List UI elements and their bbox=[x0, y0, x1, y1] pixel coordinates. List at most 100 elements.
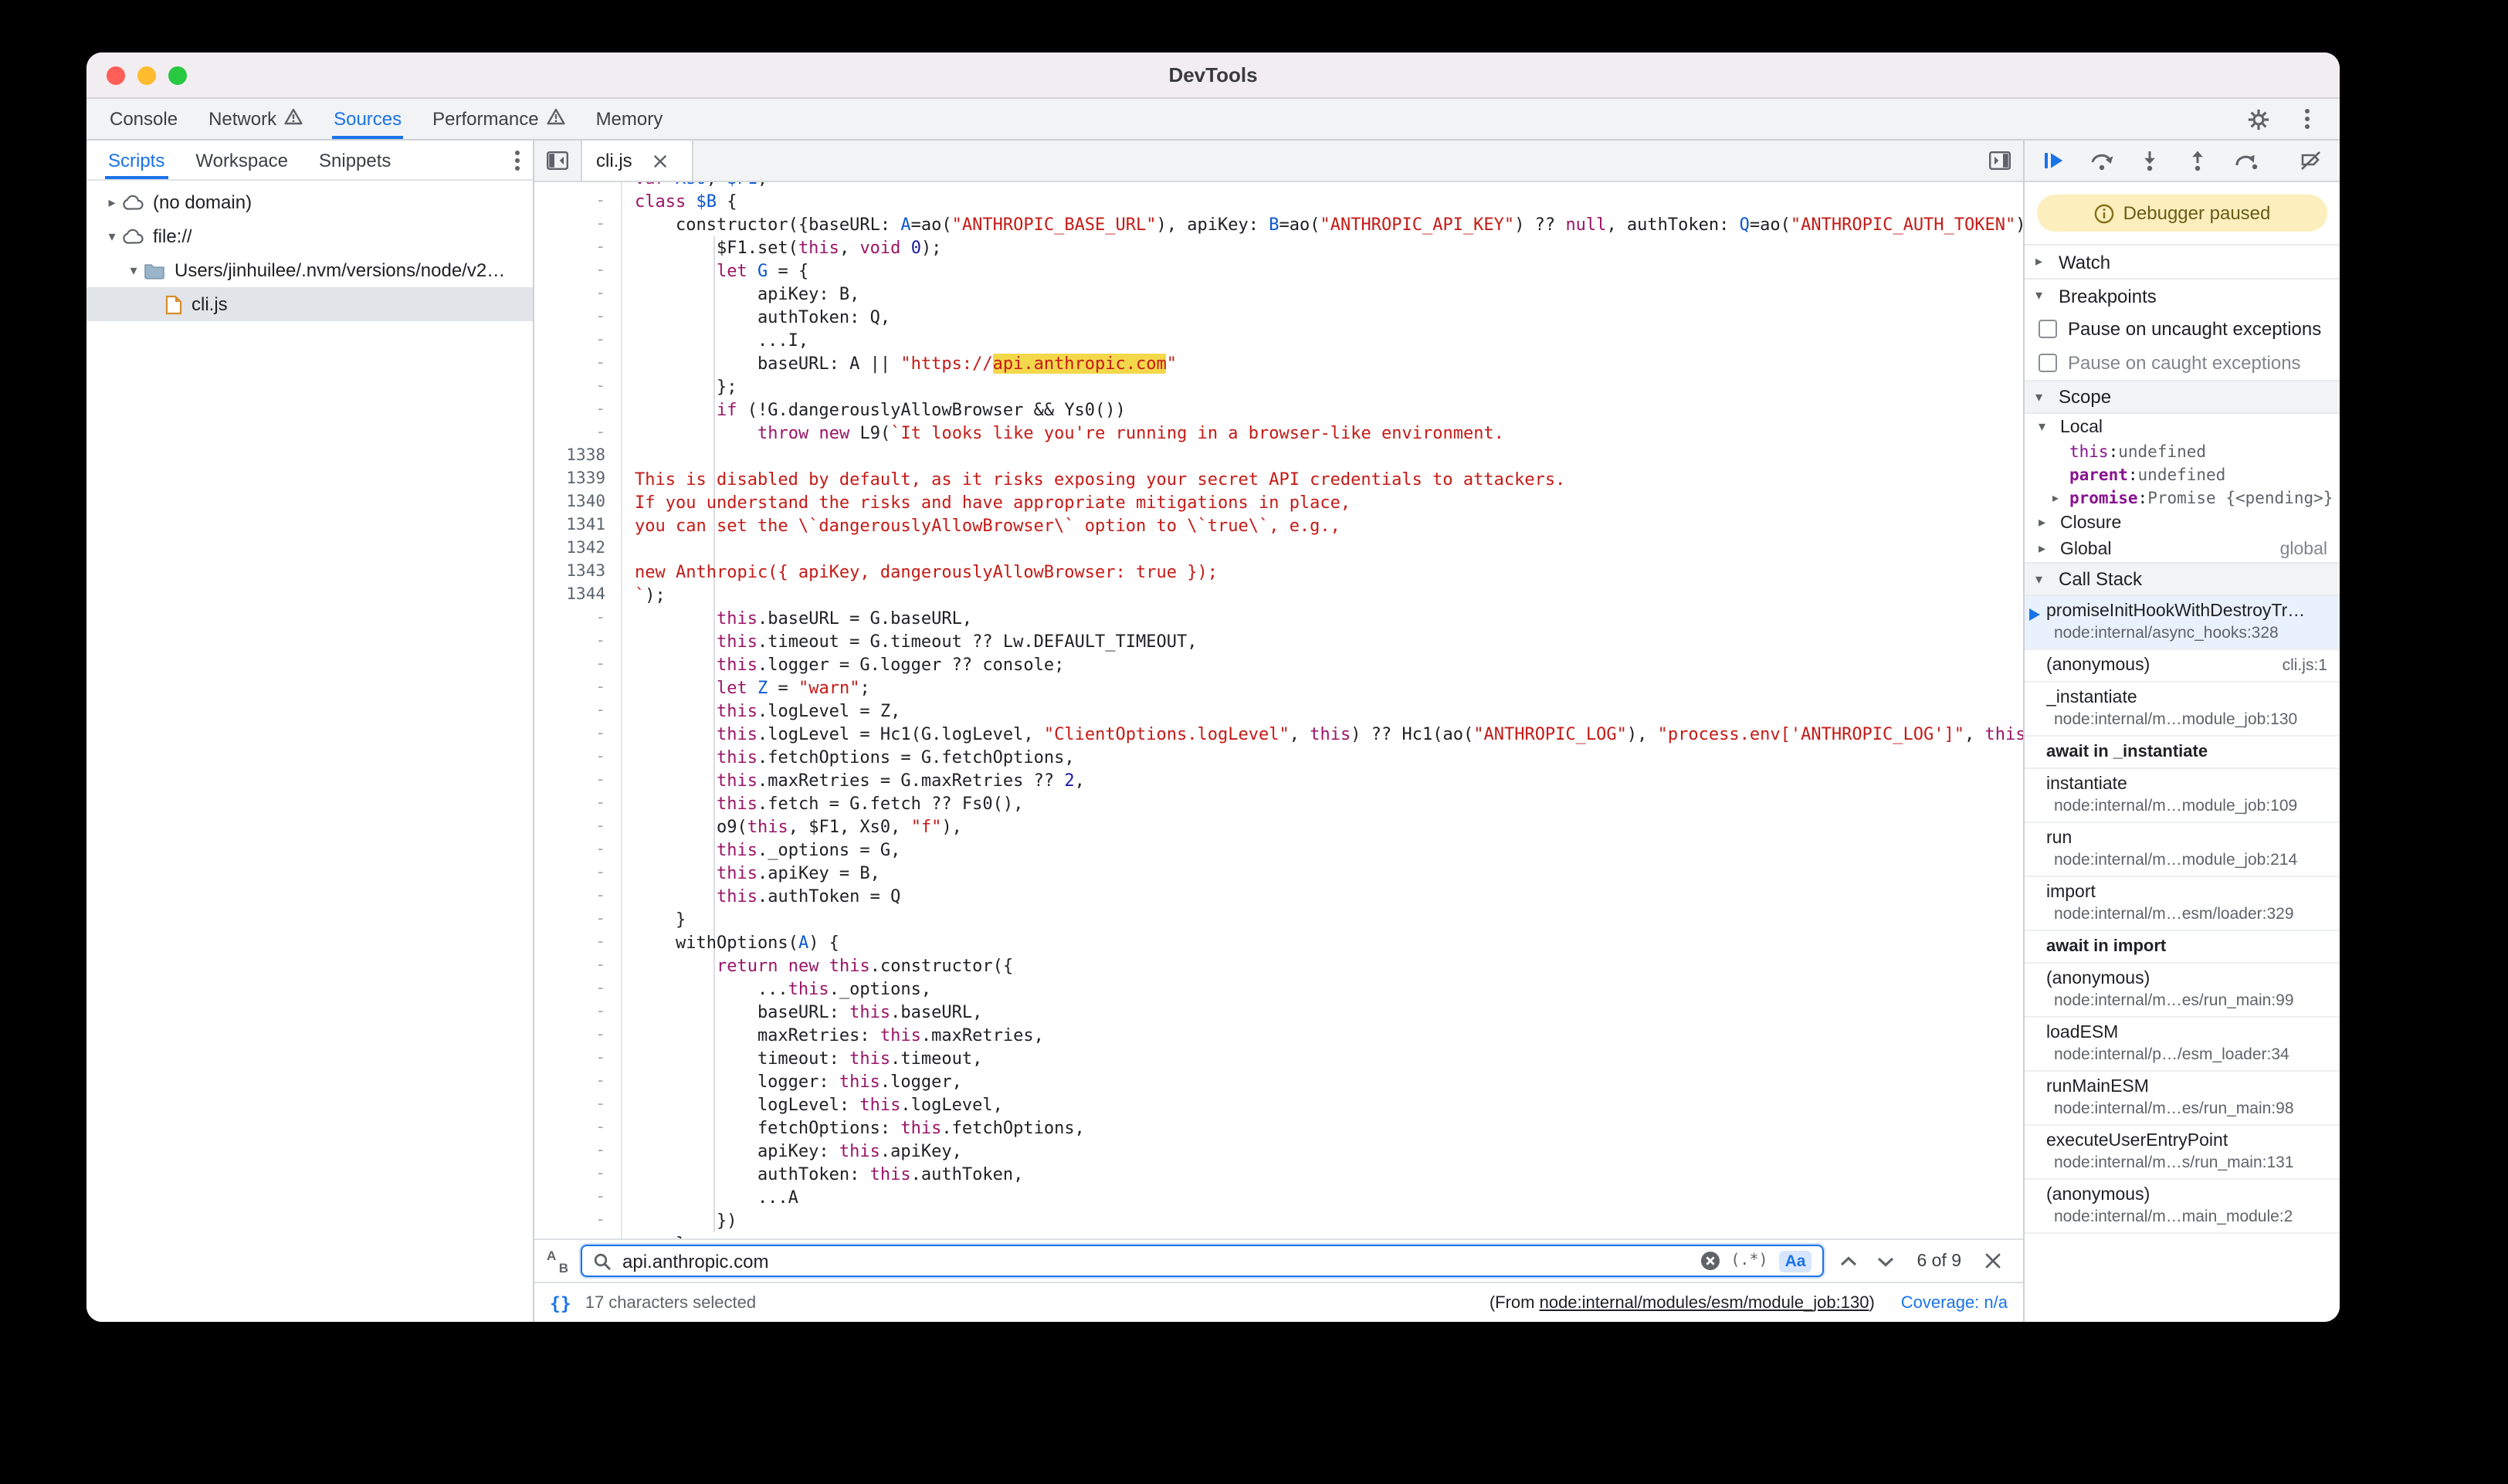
close-search-button[interactable] bbox=[1980, 1247, 2005, 1275]
main-tab-network[interactable]: Network bbox=[193, 99, 318, 139]
find-previous-button[interactable] bbox=[1836, 1247, 1861, 1275]
line-gutter[interactable]: - bbox=[534, 283, 622, 306]
tree-row[interactable]: ▸(no domain) bbox=[86, 185, 533, 219]
callstack-frame[interactable]: loadESMnode:internal/p…/esm_loader:34 bbox=[2025, 1018, 2340, 1072]
scope-group-closure[interactable]: ▸Closure bbox=[2025, 510, 2340, 536]
close-window-button[interactable] bbox=[107, 66, 125, 85]
line-gutter[interactable]: - bbox=[534, 792, 622, 815]
main-tab-performance[interactable]: Performance bbox=[417, 99, 580, 139]
line-gutter[interactable]: - bbox=[534, 1070, 622, 1093]
find-next-button[interactable] bbox=[1873, 1247, 1898, 1275]
line-gutter[interactable]: - bbox=[534, 213, 622, 236]
line-gutter[interactable]: - bbox=[534, 1116, 622, 1140]
line-gutter[interactable]: - bbox=[534, 1024, 622, 1047]
scope-variable-row[interactable]: this: undefined bbox=[2025, 440, 2340, 463]
tree-expander-icon[interactable]: ▾ bbox=[102, 228, 122, 245]
line-gutter[interactable]: - bbox=[534, 931, 622, 954]
tree-row[interactable]: cli.js bbox=[86, 287, 533, 321]
callstack-frame[interactable]: promiseInitHookWithDestroyTr…node:intern… bbox=[2025, 596, 2340, 650]
line-gutter[interactable]: 1338 bbox=[534, 445, 622, 468]
source-mapping-link[interactable]: node:internal/modules/esm/module_job:130 bbox=[1540, 1293, 1869, 1312]
line-gutter[interactable]: - bbox=[534, 630, 622, 653]
more-options-button[interactable] bbox=[2293, 105, 2321, 133]
search-box[interactable]: (.*) Aa bbox=[581, 1245, 1824, 1277]
pretty-print-button[interactable]: {} bbox=[550, 1292, 571, 1313]
step-into-button[interactable] bbox=[2136, 147, 2164, 174]
line-gutter[interactable]: - bbox=[534, 236, 622, 259]
coverage-link[interactable]: Coverage: n/a bbox=[1901, 1293, 2008, 1312]
navigator-tab-workspace[interactable]: Workspace bbox=[180, 141, 303, 179]
line-gutter[interactable]: 1340 bbox=[534, 491, 622, 514]
watch-section-header[interactable]: ▸ Watch bbox=[2025, 244, 2340, 278]
line-gutter[interactable]: 1344 bbox=[534, 584, 622, 607]
breakpoints-section-header[interactable]: ▾ Breakpoints bbox=[2025, 278, 2340, 312]
line-gutter[interactable]: - bbox=[534, 839, 622, 862]
callstack-frame[interactable]: executeUserEntryPointnode:internal/m…s/r… bbox=[2025, 1126, 2340, 1180]
step-out-button[interactable] bbox=[2184, 147, 2211, 174]
line-gutter[interactable]: 1341 bbox=[534, 514, 622, 537]
line-gutter[interactable]: - bbox=[534, 1209, 622, 1232]
settings-button[interactable] bbox=[2244, 105, 2272, 133]
line-gutter[interactable]: - bbox=[534, 700, 622, 723]
line-gutter[interactable]: 1342 bbox=[534, 537, 622, 561]
breakpoint-checkbox[interactable] bbox=[2039, 354, 2057, 372]
line-gutter[interactable]: - bbox=[534, 1001, 622, 1024]
callstack-frame[interactable]: (anonymous)node:internal/m…es/run_main:9… bbox=[2025, 964, 2340, 1018]
search-input[interactable] bbox=[622, 1247, 1689, 1275]
deactivate-breakpoints-button[interactable] bbox=[2296, 147, 2324, 174]
line-gutter[interactable]: - bbox=[534, 1047, 622, 1070]
toggle-debugger-button[interactable] bbox=[1986, 147, 2014, 174]
code-editor[interactable]: -var Xs0, $F1,-class $B {- constructor({… bbox=[534, 182, 2023, 1238]
breakpoint-checkbox[interactable] bbox=[2039, 320, 2057, 338]
line-gutter[interactable]: - bbox=[534, 607, 622, 630]
minimize-window-button[interactable] bbox=[137, 66, 156, 85]
scope-section-header[interactable]: ▾ Scope bbox=[2025, 380, 2340, 414]
line-gutter[interactable]: - bbox=[534, 422, 622, 445]
regex-toggle[interactable]: (.*) bbox=[1730, 1252, 1767, 1269]
line-gutter[interactable]: - bbox=[534, 352, 622, 375]
line-gutter[interactable]: - bbox=[534, 329, 622, 352]
callstack-frame[interactable]: runnode:internal/m…module_job:214 bbox=[2025, 823, 2340, 877]
scope-variable-row[interactable]: ▸promise: Promise {<pending>} bbox=[2025, 486, 2340, 510]
scope-group-global[interactable]: ▸Globalglobal bbox=[2025, 536, 2340, 562]
line-gutter[interactable]: - bbox=[534, 306, 622, 329]
line-gutter[interactable]: - bbox=[534, 1232, 622, 1238]
line-gutter[interactable]: - bbox=[534, 653, 622, 676]
line-gutter[interactable]: - bbox=[534, 954, 622, 977]
callstack-frame[interactable]: runMainESMnode:internal/m…es/run_main:98 bbox=[2025, 1072, 2340, 1126]
line-gutter[interactable]: - bbox=[534, 259, 622, 283]
main-tab-console[interactable]: Console bbox=[94, 99, 193, 139]
callstack-frame[interactable]: (anonymous)node:internal/m…main_module:2 bbox=[2025, 1180, 2340, 1234]
line-gutter[interactable]: - bbox=[534, 1140, 622, 1163]
source-tab-cli-js[interactable]: cli.js bbox=[581, 141, 694, 181]
zoom-window-button[interactable] bbox=[168, 66, 187, 85]
line-gutter[interactable]: 1343 bbox=[534, 561, 622, 584]
line-gutter[interactable]: - bbox=[534, 182, 622, 190]
line-gutter[interactable]: - bbox=[534, 676, 622, 700]
toggle-navigator-button[interactable] bbox=[544, 147, 571, 174]
tree-row[interactable]: ▾file:// bbox=[86, 219, 533, 253]
line-gutter[interactable]: - bbox=[534, 398, 622, 422]
resume-button[interactable] bbox=[2040, 147, 2068, 174]
scope-variable-row[interactable]: parent: undefined bbox=[2025, 463, 2340, 486]
navigator-more-button[interactable] bbox=[514, 141, 533, 179]
line-gutter[interactable]: - bbox=[534, 1093, 622, 1116]
callstack-frame[interactable]: _instantiatenode:internal/m…module_job:1… bbox=[2025, 683, 2340, 737]
scope-group-local[interactable]: ▾Local bbox=[2025, 414, 2340, 440]
step-button[interactable] bbox=[2232, 147, 2259, 174]
step-over-button[interactable] bbox=[2088, 147, 2116, 174]
line-gutter[interactable]: - bbox=[534, 1163, 622, 1186]
tree-expander-icon[interactable]: ▸ bbox=[102, 194, 122, 211]
line-gutter[interactable]: - bbox=[534, 190, 622, 213]
breakpoint-row[interactable]: Pause on caught exceptions bbox=[2025, 346, 2340, 380]
match-case-toggle[interactable]: Aa bbox=[1779, 1250, 1812, 1272]
breakpoint-row[interactable]: Pause on uncaught exceptions bbox=[2025, 312, 2340, 346]
tree-expander-icon[interactable]: ▾ bbox=[124, 262, 144, 279]
callstack-frame[interactable]: importnode:internal/m…esm/loader:329 bbox=[2025, 877, 2340, 931]
line-gutter[interactable]: - bbox=[534, 723, 622, 746]
line-gutter[interactable]: - bbox=[534, 1186, 622, 1209]
line-gutter[interactable]: 1339 bbox=[534, 468, 622, 491]
main-tab-sources[interactable]: Sources bbox=[318, 99, 417, 139]
callstack-frame[interactable]: instantiatenode:internal/m…module_job:10… bbox=[2025, 769, 2340, 823]
line-gutter[interactable]: - bbox=[534, 815, 622, 839]
